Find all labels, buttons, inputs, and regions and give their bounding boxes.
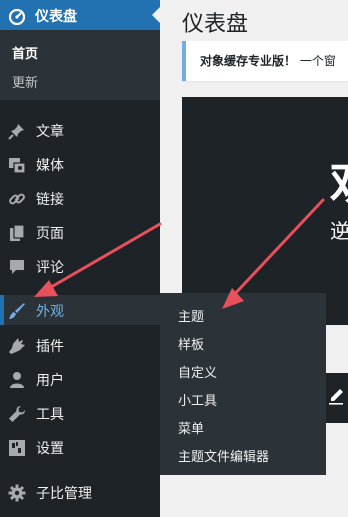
flyout-item-theme-editor[interactable]: 主题文件编辑器	[178, 446, 269, 465]
menu-label: 链接	[36, 192, 64, 208]
wrench-icon	[8, 405, 26, 423]
pencil-icon	[327, 387, 345, 405]
flyout-item-widgets[interactable]: 小工具	[178, 390, 217, 409]
menu-item-plugins[interactable]: 插件	[0, 330, 160, 360]
menu-label: 设置	[36, 441, 64, 457]
edit-block[interactable]	[324, 373, 348, 423]
menu-label: 子比管理	[36, 486, 92, 502]
notice-text: 一个窗	[299, 54, 336, 68]
menu-item-links[interactable]: 链接	[0, 183, 160, 213]
menu-item-pages[interactable]: 页面	[0, 217, 160, 247]
menu-item-users[interactable]: 用户	[0, 364, 160, 394]
media-icon	[8, 156, 26, 174]
admin-sidebar: 仪表盘 首页 更新 文章 媒体 链接 页面 评论 外观 插件 用户 工具 设置 …	[0, 0, 160, 517]
menu-item-posts[interactable]: 文章	[0, 115, 160, 145]
menu-item-tools[interactable]: 工具	[0, 398, 160, 428]
menu-item-settings[interactable]: 设置	[0, 432, 160, 462]
plugin-icon	[8, 337, 26, 355]
menu-label: 工具	[36, 407, 64, 423]
user-icon	[8, 371, 26, 389]
active-indicator	[0, 295, 4, 325]
gear-icon	[8, 484, 26, 502]
dashboard-icon	[8, 7, 26, 25]
menu-label: 文章	[36, 124, 64, 140]
settings-icon	[8, 439, 26, 457]
flyout-pointer-arrow	[152, 306, 160, 322]
pin-icon	[8, 122, 26, 140]
welcome-heading: 欢	[330, 147, 348, 213]
menu-label: 外观	[36, 304, 64, 320]
flyout-item-menus[interactable]: 菜单	[178, 418, 204, 437]
dashboard-submenu: 首页 更新	[0, 30, 160, 100]
menu-label: 仪表盘	[35, 9, 77, 25]
flyout-item-themes[interactable]: 主题	[178, 306, 204, 325]
notice-banner: 对象缓存专业版！ 一个窗	[182, 41, 348, 81]
submenu-item-home[interactable]: 首页	[12, 43, 38, 62]
flyout-item-customize[interactable]: 自定义	[178, 362, 217, 381]
submenu-item-updates[interactable]: 更新	[12, 72, 38, 91]
menu-item-appearance[interactable]: 外观	[0, 295, 160, 325]
menu-label: 媒体	[36, 158, 64, 174]
welcome-subtext: 逆	[330, 219, 348, 243]
menu-item-dashboard[interactable]: 仪表盘	[0, 0, 160, 30]
pages-icon	[8, 224, 26, 242]
brush-icon	[8, 302, 26, 320]
appearance-flyout-menu: 主题 样板 自定义 小工具 菜单 主题文件编辑器	[152, 293, 326, 475]
menu-item-zibll-admin[interactable]: 子比管理	[0, 477, 160, 507]
comment-icon	[8, 258, 26, 276]
current-pointer	[152, 7, 160, 23]
notice-title: 对象缓存专业版！	[200, 54, 297, 68]
welcome-panel: 欢 逆	[182, 97, 348, 325]
menu-label: 插件	[36, 339, 64, 355]
menu-item-media[interactable]: 媒体	[0, 149, 160, 179]
flyout-item-patterns[interactable]: 样板	[178, 334, 204, 353]
menu-label: 评论	[36, 260, 64, 276]
menu-item-comments[interactable]: 评论	[0, 251, 160, 281]
menu-label: 用户	[36, 373, 64, 389]
menu-label: 页面	[36, 226, 64, 242]
page-title: 仪表盘	[182, 12, 249, 37]
link-icon	[8, 190, 26, 208]
